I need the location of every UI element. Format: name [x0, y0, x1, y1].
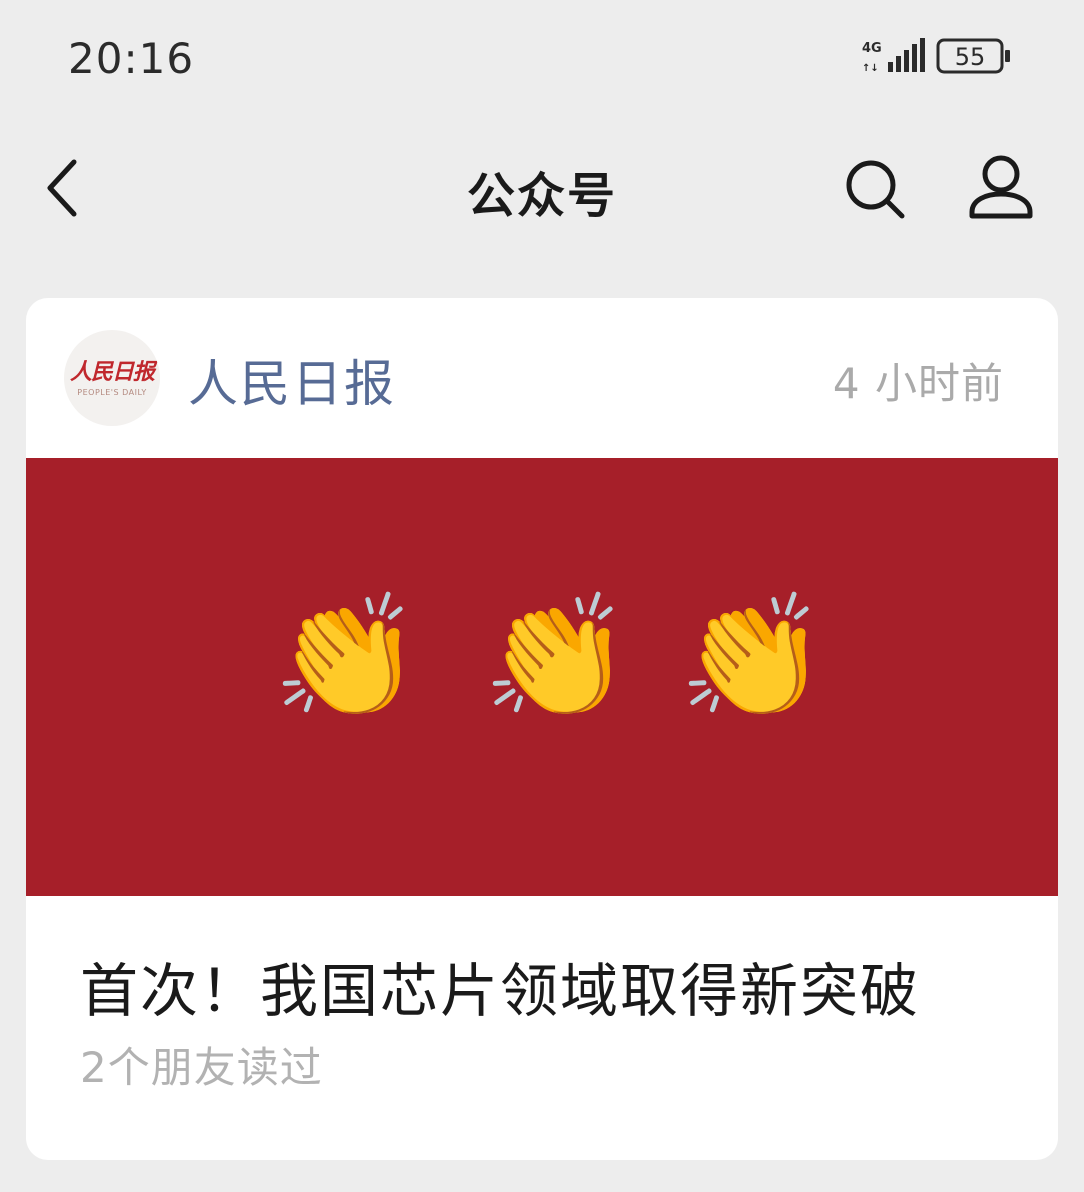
clapping-hands-icon: 👏 [272, 588, 422, 727]
avatar-logo-subtext: PEOPLE'S DAILY [77, 388, 147, 397]
profile-button[interactable] [964, 150, 1038, 224]
svg-text:↑↓: ↑↓ [862, 63, 879, 74]
network-type: 4G [862, 41, 882, 56]
person-icon [969, 155, 1033, 219]
battery-icon: 55 [936, 38, 1010, 74]
clapping-hands-icon: 👏 [678, 588, 828, 727]
cover-image[interactable]: 👏 👏 👏 [26, 458, 1058, 896]
status-bar: 20:16 4G ↑↓ 55 [0, 0, 1084, 110]
battery-level: 55 [955, 43, 986, 71]
search-icon [846, 160, 905, 219]
nav-bar: 公众号 [0, 130, 1084, 240]
signal-icon: 4G ↑↓ [862, 38, 925, 74]
page-title: 公众号 [466, 168, 617, 224]
status-time: 20:16 [68, 34, 195, 83]
search-button[interactable] [840, 154, 910, 224]
avatar-logo-text: 人民日报 [69, 359, 155, 385]
avatar[interactable]: 人民日报 PEOPLE'S DAILY [64, 330, 160, 426]
post-time: 4 小时前 [832, 359, 1004, 408]
account-header: 人民日报 PEOPLE'S DAILY 人民日报 4 小时前 [26, 298, 1058, 458]
clapping-hands-icon: 👏 [482, 588, 632, 727]
friends-read-count: 2个朋友读过 [80, 1043, 323, 1092]
account-name[interactable]: 人民日报 [188, 344, 396, 416]
article-title[interactable]: 首次！我国芯片领域取得新突破 [80, 944, 920, 1028]
article-card[interactable]: 人民日报 PEOPLE'S DAILY 人民日报 4 小时前 👏 👏 👏 首次！… [26, 298, 1058, 1160]
